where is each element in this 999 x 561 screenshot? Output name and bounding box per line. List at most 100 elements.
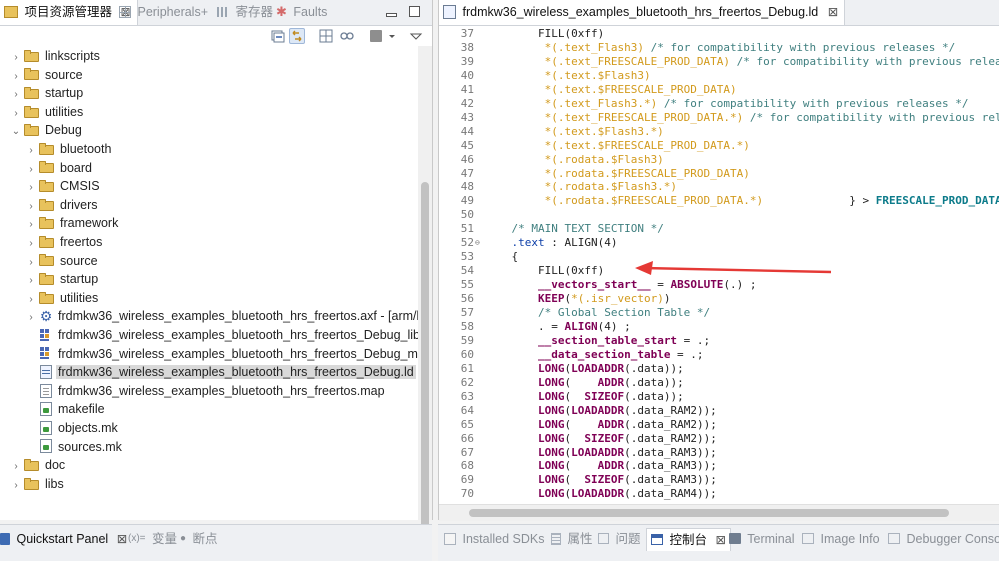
- tab-terminal[interactable]: Terminal: [729, 528, 795, 550]
- dropdown-icon[interactable]: [387, 28, 397, 44]
- code-line[interactable]: 49 *(.rodata.$FREESCALE_PROD_DATA.*) } >…: [439, 194, 999, 208]
- code-line[interactable]: 40 *(.text.$Flash3): [439, 69, 999, 83]
- code-line[interactable]: 70 LONG(LOADADDR(.data_RAM4));: [439, 487, 999, 501]
- code-line[interactable]: 57 /* Global Section Table */: [439, 306, 999, 320]
- tree-item[interactable]: frdmkw36_wireless_examples_bluetooth_hrs…: [25, 363, 416, 381]
- code-line[interactable]: 64 LONG(LOADADDR(.data_RAM2));: [439, 404, 999, 418]
- chevron-right-icon[interactable]: ›: [25, 161, 37, 179]
- chevron-right-icon[interactable]: ›: [10, 477, 22, 495]
- code-line[interactable]: 63 LONG( SIZEOF(.data));: [439, 390, 999, 404]
- code-line[interactable]: 44 *(.text.$Flash3.*): [439, 125, 999, 139]
- chevron-right-icon[interactable]: ›: [10, 86, 22, 104]
- code-line[interactable]: 41 *(.text.$FREESCALE_PROD_DATA): [439, 83, 999, 97]
- code-line[interactable]: 65 LONG( ADDR(.data_RAM2));: [439, 418, 999, 432]
- chevron-right-icon[interactable]: ›: [25, 179, 37, 197]
- tree-item[interactable]: › ⚙ frdmkw36_wireless_examples_bluetooth_h…: [25, 307, 418, 325]
- editor-horizontal-scrollbar[interactable]: [439, 504, 999, 521]
- tree-item[interactable]: › utilities: [25, 289, 100, 307]
- chevron-right-icon[interactable]: ›: [25, 254, 37, 272]
- tab-project-explorer[interactable]: 项目资源管理器 ⊠: [0, 0, 138, 25]
- tab-console[interactable]: 控制台 ⊠: [646, 528, 731, 551]
- code-line[interactable]: 50: [439, 208, 999, 222]
- tree-item[interactable]: objects.mk: [25, 419, 120, 437]
- tab-quickstart-panel[interactable]: Quickstart Panel ⊠: [0, 528, 127, 550]
- maximize-icon[interactable]: [409, 6, 420, 17]
- tab-problems[interactable]: 问题: [598, 528, 641, 550]
- chevron-down-icon[interactable]: ⌄: [10, 123, 22, 141]
- code-line[interactable]: 67 LONG(LOADADDR(.data_RAM3));: [439, 446, 999, 460]
- tree-item[interactable]: › source: [10, 66, 85, 84]
- tab-peripherals[interactable]: Peripherals+: [119, 0, 208, 25]
- tree-item[interactable]: › linkscripts: [10, 47, 102, 65]
- code-line[interactable]: 60 __data_section_table = .;: [439, 348, 999, 362]
- tree-item[interactable]: › utilities: [10, 103, 85, 121]
- chevron-right-icon[interactable]: ›: [25, 309, 37, 327]
- link-icon[interactable]: [339, 28, 355, 44]
- code-line[interactable]: 46 *(.rodata.$Flash3): [439, 153, 999, 167]
- code-line[interactable]: 66 LONG( SIZEOF(.data_RAM2));: [439, 432, 999, 446]
- minimize-icon[interactable]: [386, 13, 397, 17]
- chevron-right-icon[interactable]: ›: [25, 272, 37, 290]
- code-line[interactable]: 43 *(.text_FREESCALE_PROD_DATA.*) /* for…: [439, 111, 999, 125]
- tree-vertical-scrollbar[interactable]: [418, 46, 432, 542]
- tab-variables[interactable]: (x)= 变量: [128, 528, 177, 550]
- tree-item[interactable]: › board: [25, 159, 94, 177]
- tree-item[interactable]: › framework: [25, 214, 120, 232]
- code-line[interactable]: 55 __vectors_start__ = ABSOLUTE(.) ;: [439, 278, 999, 292]
- tab-installed-sdks[interactable]: Installed SDKs: [444, 528, 544, 550]
- tree-item[interactable]: ⌄ Debug: [10, 121, 84, 139]
- tree-item[interactable]: › libs: [10, 475, 66, 493]
- tree-item[interactable]: › startup: [10, 84, 85, 102]
- chevron-right-icon[interactable]: ›: [10, 49, 22, 67]
- tab-faults[interactable]: ✱ Faults: [276, 0, 327, 25]
- code-line[interactable]: 52 ⊖ .text : ALIGN(4): [439, 236, 999, 250]
- code-line[interactable]: 48 *(.rodata.$Flash3.*): [439, 180, 999, 194]
- tab-properties[interactable]: 属性: [551, 528, 593, 550]
- fold-icon[interactable]: ⊖: [475, 236, 483, 250]
- chevron-right-icon[interactable]: ›: [10, 105, 22, 123]
- collapse-all-icon[interactable]: [270, 28, 286, 44]
- tree-item[interactable]: › bluetooth: [25, 140, 113, 158]
- chevron-right-icon[interactable]: ›: [25, 291, 37, 309]
- link-with-editor-icon[interactable]: [289, 28, 305, 44]
- code-line[interactable]: 42 *(.text_Flash3.*) /* for compatibilit…: [439, 97, 999, 111]
- close-icon[interactable]: ⊠: [828, 5, 838, 19]
- close-icon[interactable]: ⊠: [715, 533, 725, 547]
- filter-icon[interactable]: [318, 28, 334, 44]
- code-line[interactable]: 38 *(.text_Flash3) /* for compatibility …: [439, 41, 999, 55]
- chevron-right-icon[interactable]: ›: [25, 216, 37, 234]
- tree-item[interactable]: › source: [25, 252, 100, 270]
- tree-item[interactable]: › CMSIS: [25, 177, 102, 195]
- tab-registers[interactable]: 寄存器: [217, 0, 273, 25]
- chevron-right-icon[interactable]: ›: [25, 198, 37, 216]
- view-menu-icon[interactable]: [408, 28, 424, 44]
- code-line[interactable]: 56 KEEP(*(.isr_vector)): [439, 292, 999, 306]
- tree-item[interactable]: makefile: [25, 400, 107, 418]
- code-line[interactable]: 51 /* MAIN TEXT SECTION */: [439, 222, 999, 236]
- tree-item[interactable]: › drivers: [25, 196, 100, 214]
- code-line[interactable]: 68 LONG( ADDR(.data_RAM3));: [439, 459, 999, 473]
- chevron-right-icon[interactable]: ›: [10, 68, 22, 86]
- tab-linker-script[interactable]: frdmkw36_wireless_examples_bluetooth_hrs…: [439, 0, 846, 25]
- code-line[interactable]: 69 LONG( SIZEOF(.data_RAM3));: [439, 473, 999, 487]
- code-line[interactable]: 54 FILL(0xff): [439, 264, 999, 278]
- tree-item[interactable]: frdmkw36_wireless_examples_bluetooth_hrs…: [25, 382, 387, 400]
- code-line[interactable]: 59 __section_table_start = .;: [439, 334, 999, 348]
- tab-debugger-console[interactable]: Debugger Console: [888, 528, 999, 550]
- code-area[interactable]: 37 FILL(0xff) 38 *(.text_Flash3) /* for c…: [439, 26, 999, 504]
- code-line[interactable]: 47 *(.rodata.$FREESCALE_PROD_DATA): [439, 167, 999, 181]
- chevron-right-icon[interactable]: ›: [25, 142, 37, 160]
- scrollbar-thumb[interactable]: [469, 509, 949, 517]
- chevron-right-icon[interactable]: ›: [10, 458, 22, 476]
- code-line[interactable]: 45 *(.text.$FREESCALE_PROD_DATA.*): [439, 139, 999, 153]
- close-icon[interactable]: ⊠: [117, 532, 127, 546]
- tree-item[interactable]: sources.mk: [25, 438, 124, 456]
- tree-item[interactable]: frdmkw36_wireless_examples_bluetooth_hrs…: [25, 326, 418, 344]
- stop-icon[interactable]: [368, 28, 384, 44]
- tree-item[interactable]: › doc: [10, 456, 67, 474]
- tab-breakpoints[interactable]: ● 断点: [180, 528, 218, 550]
- chevron-right-icon[interactable]: ›: [25, 235, 37, 253]
- scrollbar-thumb[interactable]: [421, 182, 429, 542]
- tree-item[interactable]: › freertos: [25, 233, 104, 251]
- code-line[interactable]: 58 . = ALIGN(4) ;: [439, 320, 999, 334]
